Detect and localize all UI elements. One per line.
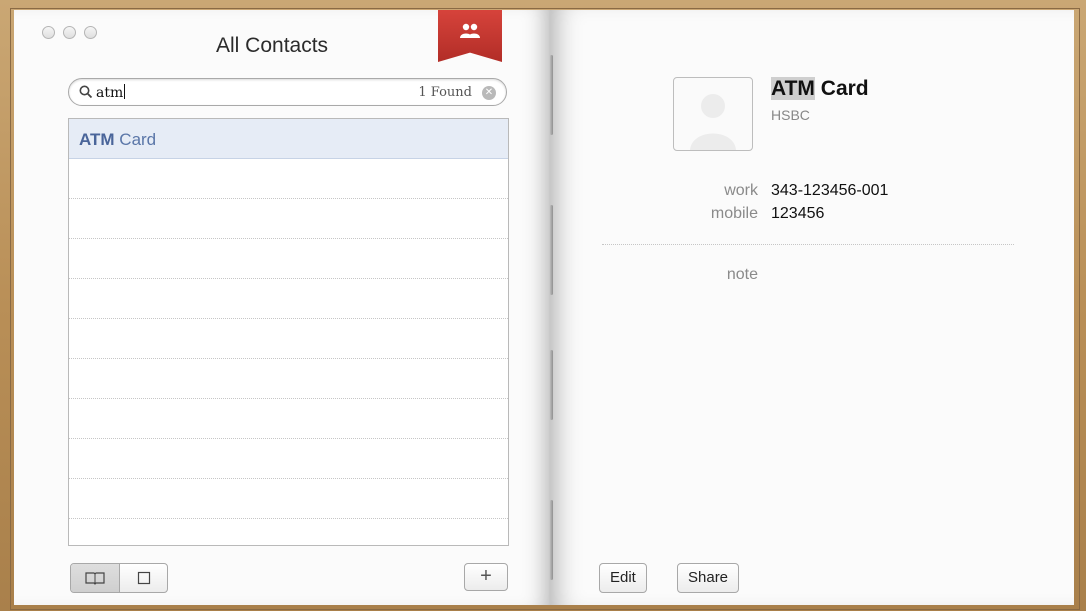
contact-company: HSBC bbox=[771, 107, 810, 123]
empty-row bbox=[69, 519, 508, 545]
search-result-count: 1 Found bbox=[418, 85, 472, 100]
list-item[interactable]: ATM Card bbox=[69, 119, 508, 159]
zoom-window-button[interactable] bbox=[84, 26, 97, 39]
contact-name: ATM Card bbox=[771, 77, 869, 101]
note-label: note bbox=[726, 266, 758, 283]
card-view-button[interactable] bbox=[119, 564, 167, 592]
book-view-button[interactable] bbox=[71, 564, 119, 592]
window-controls bbox=[42, 26, 97, 39]
close-window-button[interactable] bbox=[42, 26, 55, 39]
contact-name-highlight: ATM bbox=[771, 77, 815, 100]
empty-row bbox=[69, 279, 508, 319]
empty-row bbox=[69, 239, 508, 279]
book-spine bbox=[545, 0, 559, 611]
empty-row bbox=[69, 399, 508, 439]
empty-row bbox=[69, 159, 508, 199]
spine-stitch bbox=[550, 350, 553, 420]
window-title: All Contacts bbox=[216, 34, 329, 57]
add-contact-button[interactable]: + bbox=[464, 563, 508, 591]
spine-stitch bbox=[550, 205, 553, 295]
mobile-label: mobile bbox=[710, 205, 758, 222]
avatar[interactable] bbox=[673, 77, 753, 151]
search-input[interactable]: atm bbox=[96, 84, 125, 101]
minimize-window-button[interactable] bbox=[63, 26, 76, 39]
empty-row bbox=[69, 199, 508, 239]
list-item-label: Card bbox=[114, 130, 157, 149]
list-item-match: ATM bbox=[79, 130, 115, 149]
edit-button[interactable]: Edit bbox=[599, 563, 647, 593]
open-book-icon bbox=[85, 572, 105, 585]
empty-row bbox=[69, 319, 508, 359]
spine-stitch bbox=[550, 55, 553, 135]
groups-icon bbox=[460, 23, 480, 38]
empty-row bbox=[69, 479, 508, 519]
empty-row bbox=[69, 439, 508, 479]
view-toggle bbox=[70, 563, 168, 593]
search-icon bbox=[79, 85, 93, 99]
card-icon bbox=[137, 571, 150, 585]
empty-row bbox=[69, 359, 508, 399]
contact-list: ATM Card bbox=[68, 118, 509, 546]
section-divider bbox=[602, 244, 1014, 245]
share-button[interactable]: Share bbox=[677, 563, 740, 593]
clear-search-icon[interactable]: ✕ bbox=[482, 86, 496, 100]
work-phone[interactable]: 343-123456-001 bbox=[771, 182, 888, 200]
mobile-phone[interactable]: 123456 bbox=[771, 205, 824, 223]
contact-name-rest: Card bbox=[814, 77, 869, 100]
spine-stitch bbox=[550, 500, 553, 580]
person-placeholder-icon bbox=[690, 94, 736, 150]
work-label: work bbox=[724, 182, 758, 199]
search-field[interactable]: atm 1 Found ✕ bbox=[68, 78, 507, 106]
